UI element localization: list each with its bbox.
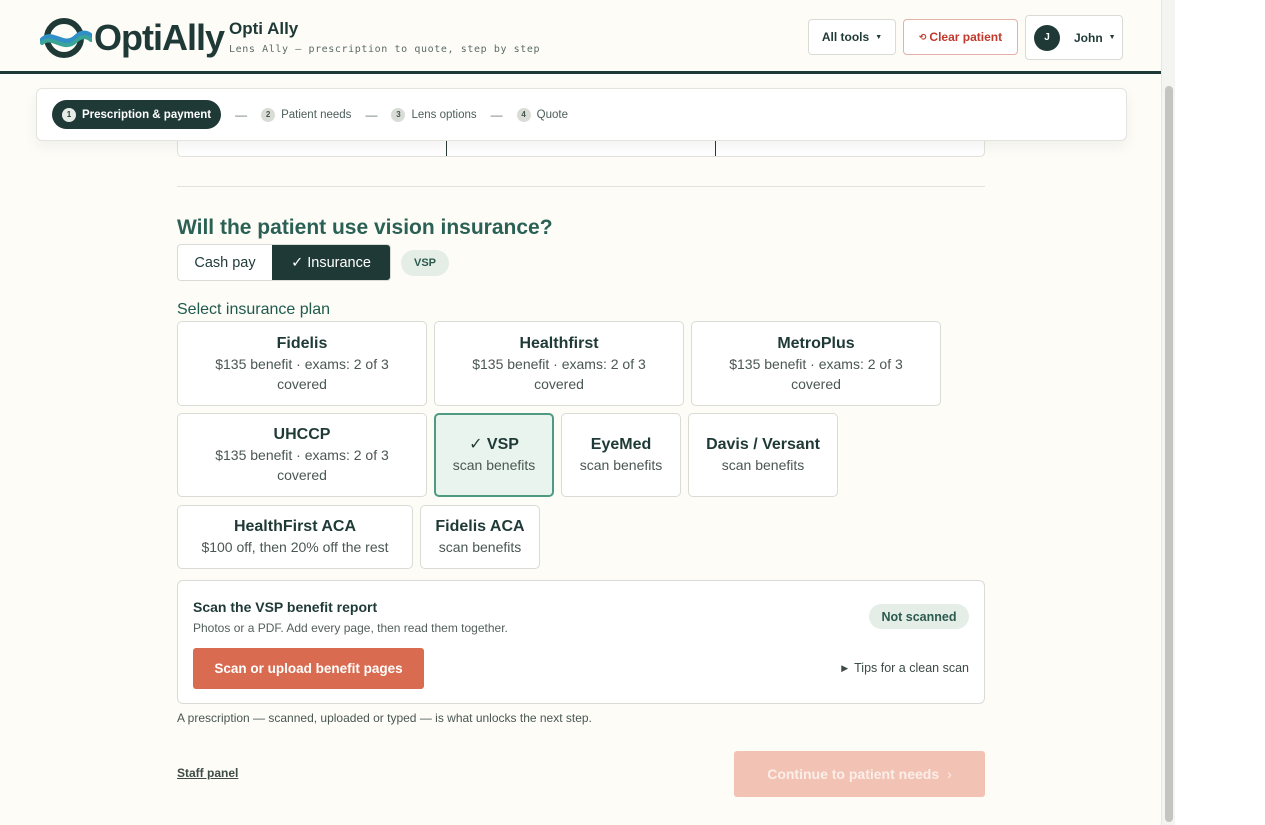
step-number: 3 bbox=[391, 107, 406, 122]
step-label: Patient needs bbox=[281, 108, 352, 121]
plan-name: Davis / Versant bbox=[706, 436, 820, 453]
plan-name: ✓ VSP bbox=[469, 436, 519, 453]
scrollbar-thumb[interactable] bbox=[1165, 86, 1173, 822]
all-tools-button[interactable]: All tools ▼ bbox=[808, 19, 896, 55]
scan-status-badge: Not scanned bbox=[869, 604, 969, 629]
scan-upload-button[interactable]: Scan or upload benefit pages bbox=[193, 648, 424, 689]
avatar: J bbox=[1034, 24, 1060, 51]
plan-desc: scan benefits bbox=[721, 457, 805, 473]
plan-desc: $100 off, then 20% off the rest bbox=[201, 539, 389, 555]
plan-card-healthfirst-aca[interactable]: HealthFirst ACA $100 off, then 20% off t… bbox=[177, 505, 413, 569]
step-number: 2 bbox=[261, 107, 276, 122]
plan-desc: $135 benefit · exams: 2 of 3 covered bbox=[215, 447, 389, 483]
user-menu-button[interactable]: J John ▼ bbox=[1025, 15, 1123, 60]
all-tools-label: All tools bbox=[821, 30, 870, 44]
plan-name: HealthFirst ACA bbox=[233, 518, 357, 535]
plan-name: Healthfirst bbox=[519, 334, 599, 352]
step-separator: — bbox=[235, 107, 248, 122]
clear-patient-label: Clear patient bbox=[929, 30, 1003, 44]
scan-tips-toggle[interactable]: ▶ Tips for a clean scan bbox=[841, 661, 969, 675]
plan-name: Fidelis ACA bbox=[435, 518, 525, 535]
continue-button[interactable]: Continue to patient needs › bbox=[734, 751, 985, 797]
step-separator: — bbox=[490, 107, 503, 122]
logo[interactable]: OptiAlly bbox=[40, 17, 225, 59]
scan-tips-label: Tips for a clean scan bbox=[854, 661, 969, 675]
scan-title: Scan the VSP benefit report bbox=[193, 599, 378, 615]
plan-card-fidelis-aca[interactable]: Fidelis ACA scan benefits bbox=[420, 505, 540, 569]
insurance-question: Will the patient use vision insurance? bbox=[177, 216, 553, 239]
window-margin bbox=[1175, 0, 1265, 825]
plan-card-uhccp[interactable]: UHCCP $135 benefit · exams: 2 of 3 cover… bbox=[177, 413, 427, 497]
plan-desc: scan benefits bbox=[579, 457, 663, 473]
step-quote[interactable]: 4 Quote bbox=[516, 107, 568, 122]
plan-section-label: Select insurance plan bbox=[177, 301, 330, 318]
plan-card-metroplus[interactable]: MetroPlus $135 benefit · exams: 2 of 3 c… bbox=[691, 321, 941, 406]
plan-desc: $135 benefit · exams: 2 of 3 covered bbox=[472, 355, 646, 392]
clear-patient-button[interactable]: ⟲ Clear patient bbox=[903, 19, 1018, 55]
triangle-right-icon: ▶ bbox=[841, 662, 849, 673]
payment-toggle: Cash pay ✓ Insurance bbox=[177, 244, 391, 281]
plan-card-healthfirst[interactable]: Healthfirst $135 benefit · exams: 2 of 3… bbox=[434, 321, 684, 406]
plan-card-eyemed[interactable]: EyeMed scan benefits bbox=[561, 413, 681, 497]
step-label: Prescription & payment bbox=[82, 108, 212, 121]
circle-arrow-icon: ⟲ bbox=[918, 31, 927, 42]
plan-name: EyeMed bbox=[590, 436, 652, 453]
plan-card-vsp[interactable]: ✓ VSP scan benefits bbox=[434, 413, 554, 497]
logo-mark-icon bbox=[40, 18, 92, 58]
section-divider bbox=[177, 186, 985, 187]
user-name: John bbox=[1074, 30, 1103, 45]
plan-desc: scan benefits bbox=[452, 457, 536, 473]
plan-name: MetroPlus bbox=[777, 334, 855, 352]
step-patient-needs[interactable]: 2 Patient needs bbox=[261, 107, 352, 122]
logo-text: OptiAlly bbox=[94, 17, 225, 58]
caret-down-icon: ▼ bbox=[875, 33, 883, 41]
plan-card-davis-versant[interactable]: Davis / Versant scan benefits bbox=[688, 413, 838, 497]
plan-name: UHCCP bbox=[273, 426, 331, 443]
caret-down-icon: ▼ bbox=[1108, 34, 1116, 41]
continue-label: Continue to patient needs bbox=[767, 766, 940, 782]
page-scrollbar[interactable] bbox=[1161, 0, 1175, 825]
plan-desc: $135 benefit · exams: 2 of 3 covered bbox=[729, 355, 903, 392]
app-header: OptiAlly Opti Ally Lens Ally — prescript… bbox=[0, 0, 1161, 74]
step-prescription-payment[interactable]: 1 Prescription & payment bbox=[52, 100, 222, 129]
progress-stepper: 1 Prescription & payment — 2 Patient nee… bbox=[36, 88, 1127, 141]
step-number: 1 bbox=[62, 107, 76, 122]
selected-plan-pill: VSP bbox=[401, 250, 449, 276]
plan-card-fidelis[interactable]: Fidelis $135 benefit · exams: 2 of 3 cov… bbox=[177, 321, 427, 406]
app-subtitle: Lens Ally — prescription to quote, step … bbox=[229, 44, 541, 55]
plan-desc: scan benefits bbox=[438, 539, 522, 555]
app-title: Opti Ally bbox=[229, 19, 299, 38]
plan-desc: $135 benefit · exams: 2 of 3 covered bbox=[215, 355, 389, 392]
step-number: 4 bbox=[516, 107, 531, 122]
step-label: Lens options bbox=[411, 108, 477, 121]
step-separator: — bbox=[365, 107, 378, 122]
step-label: Quote bbox=[536, 108, 568, 121]
staff-panel-link[interactable]: Staff panel bbox=[177, 766, 238, 780]
unlock-note: A prescription — scanned, uploaded or ty… bbox=[177, 711, 592, 725]
cash-pay-option[interactable]: Cash pay bbox=[178, 245, 272, 280]
plan-name: Fidelis bbox=[276, 334, 328, 352]
step-lens-options[interactable]: 3 Lens options bbox=[391, 107, 477, 122]
scan-benefit-panel: Scan the VSP benefit report Photos or a … bbox=[177, 580, 985, 704]
chevron-right-icon: › bbox=[947, 766, 952, 782]
insurance-option[interactable]: ✓ Insurance bbox=[272, 245, 390, 280]
scan-subtitle: Photos or a PDF. Add every page, then re… bbox=[193, 621, 508, 635]
